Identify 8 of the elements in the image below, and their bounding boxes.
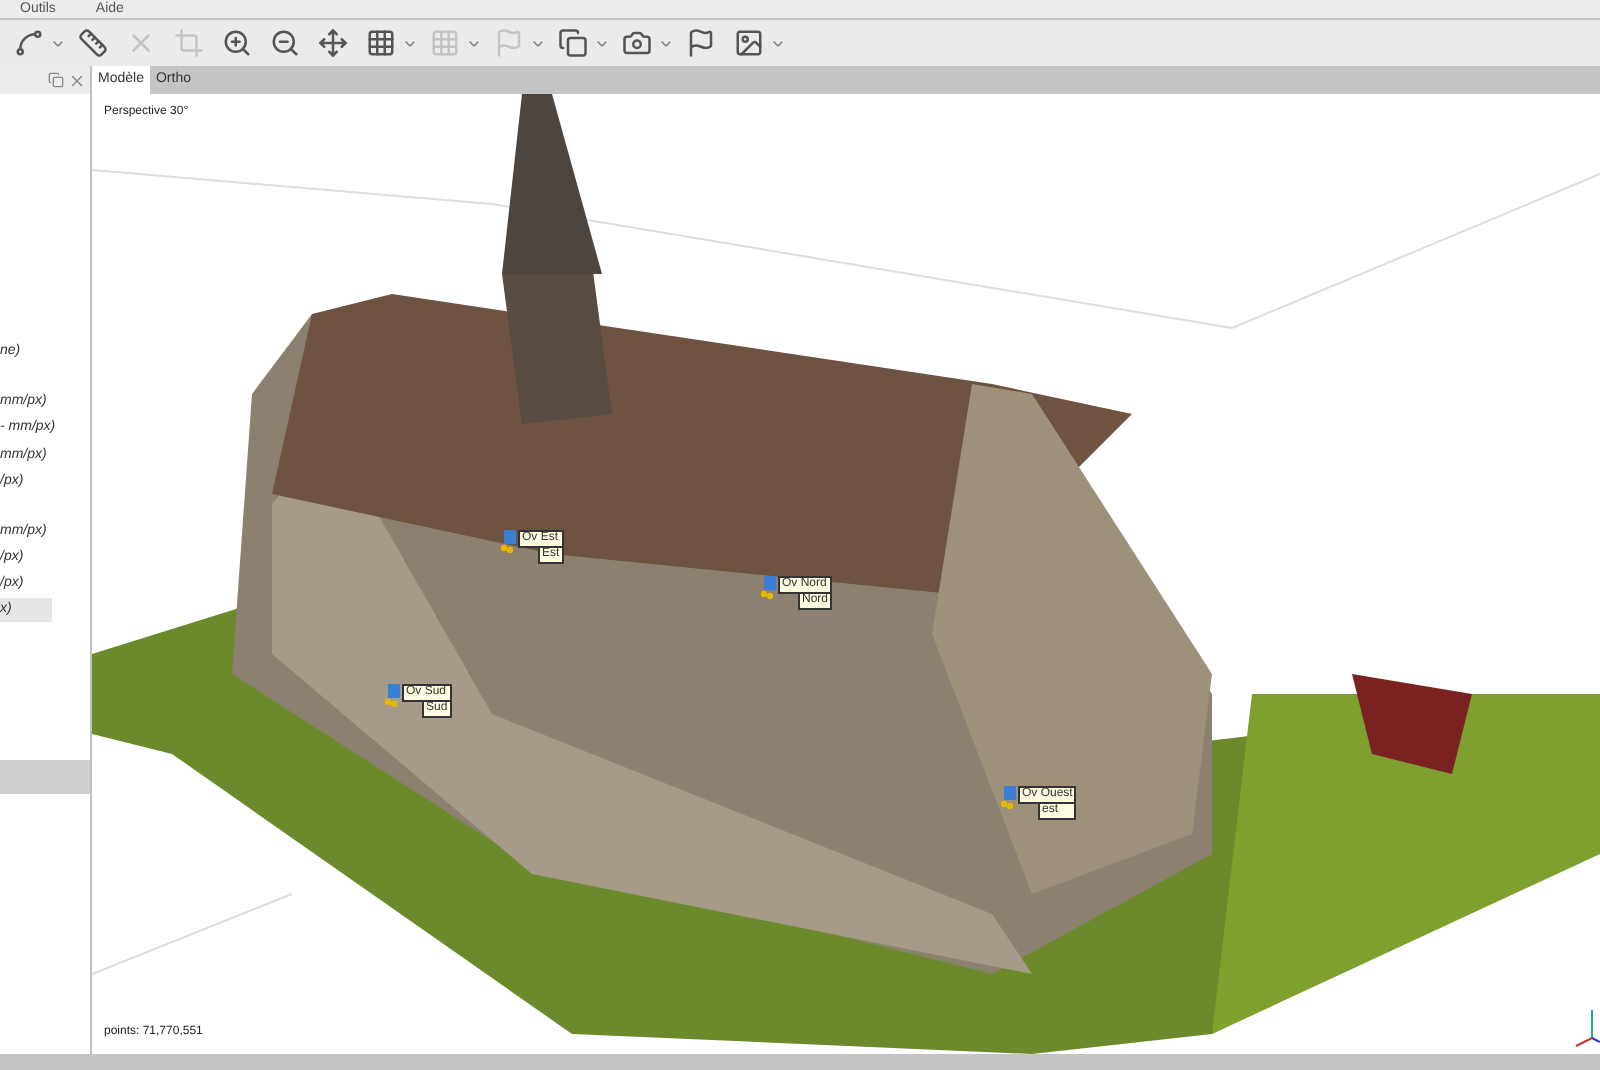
marker-icon[interactable]	[384, 684, 402, 708]
marker-icon[interactable]	[1000, 786, 1018, 810]
close-icon[interactable]	[68, 71, 86, 89]
marker-icon[interactable]	[500, 530, 518, 554]
axes-icon	[1572, 1006, 1600, 1050]
marker-icon[interactable]	[760, 576, 778, 600]
panel-band	[0, 760, 90, 794]
float-icon[interactable]	[48, 72, 64, 88]
